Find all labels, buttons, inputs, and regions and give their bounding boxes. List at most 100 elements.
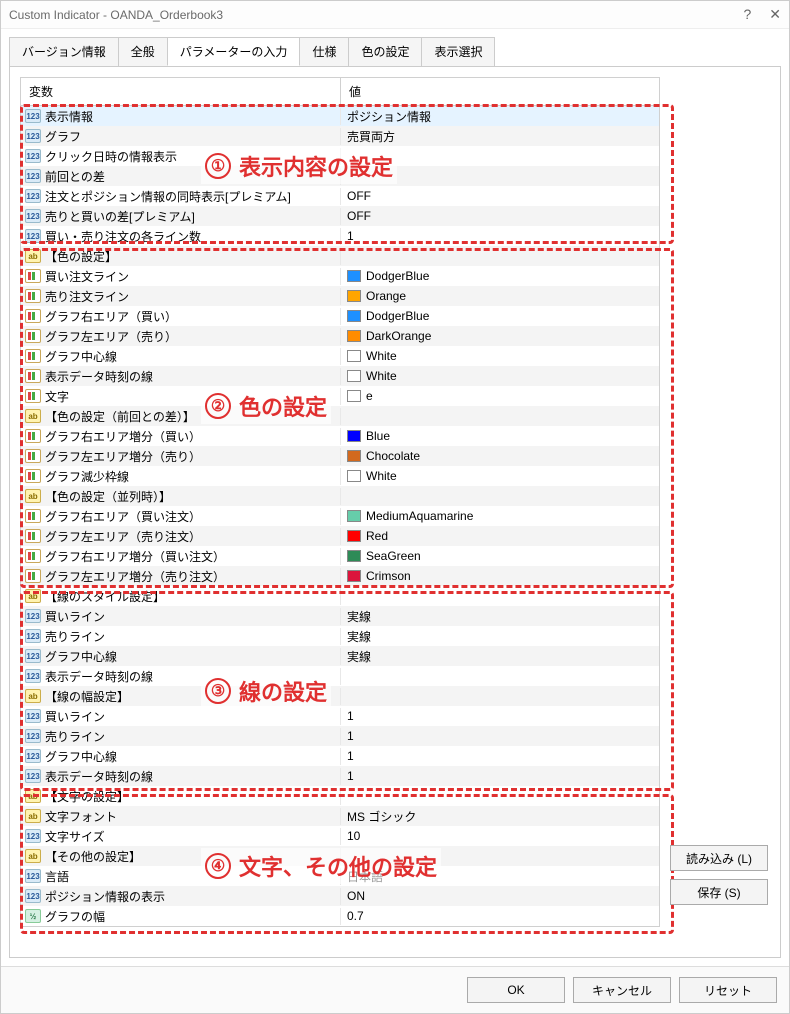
table-row[interactable]: ab 【色の設定（前回との差）】 <box>21 406 659 426</box>
table-row[interactable]: 123売りと買いの差[プレミアム] OFF <box>21 206 659 226</box>
ok-button[interactable]: OK <box>467 977 565 1003</box>
tab-2[interactable]: パラメーターの入力 <box>167 37 301 66</box>
table-row[interactable]: 売り注文ライン Orange <box>21 286 659 306</box>
table-row[interactable]: 123買いライン 実線 <box>21 606 659 626</box>
color-type-icon <box>25 569 41 583</box>
cell-name-text: グラフ中心線 <box>45 648 117 665</box>
table-row[interactable]: グラフ左エリア増分（売り注文） Crimson <box>21 566 659 586</box>
table-row[interactable]: グラフ右エリア（買い） DodgerBlue <box>21 306 659 326</box>
table-row[interactable]: 123ポジション情報の表示 ON <box>21 886 659 906</box>
str-type-icon: ab <box>25 249 41 263</box>
tab-4[interactable]: 色の設定 <box>348 37 422 66</box>
color-swatch <box>347 430 361 442</box>
cell-name-text: 【色の設定（前回との差）】 <box>45 408 195 425</box>
int-type-icon: 123 <box>25 649 41 663</box>
table-row[interactable]: 123買いライン 1 <box>21 706 659 726</box>
table-row[interactable]: ab【色の設定】 <box>21 246 659 266</box>
color-type-icon <box>25 429 41 443</box>
cell-name-text: 前回との差 <box>45 168 105 185</box>
close-icon[interactable]: ✕ <box>769 6 781 23</box>
cell-name-text: グラフ中心線 <box>45 348 117 365</box>
grid-header: 変数 値 <box>21 78 659 106</box>
table-row[interactable]: 123グラフ 売買両方 <box>21 126 659 146</box>
table-row[interactable]: 123表示データ時刻の線 <box>21 666 659 686</box>
color-type-icon <box>25 389 41 403</box>
table-row[interactable]: 123売りライン 1 <box>21 726 659 746</box>
table-row[interactable]: グラフ減少枠線 White <box>21 466 659 486</box>
cell-value-text: White <box>366 369 397 383</box>
str-type-icon: ab <box>25 809 41 823</box>
table-row[interactable]: グラフ中心線 White <box>21 346 659 366</box>
cell-value-text: e <box>366 389 373 403</box>
table-row[interactable]: 123買い・売り注文の各ライン数 1 <box>21 226 659 246</box>
table-row[interactable]: グラフ左エリア増分（売り） Chocolate <box>21 446 659 466</box>
cell-name-text: 売りライン <box>45 628 105 645</box>
cell-value-text: 実線 <box>347 648 371 665</box>
str-type-icon: ab <box>25 589 41 603</box>
cell-name-text: グラフ右エリア増分（買い注文） <box>45 548 225 565</box>
cell-name-text: 【線の幅設定】 <box>45 688 129 705</box>
table-row[interactable]: ab【その他の設定】 <box>21 846 659 866</box>
table-row[interactable]: 文字 e <box>21 386 659 406</box>
table-row[interactable]: グラフ右エリア増分（買い注文） SeaGreen <box>21 546 659 566</box>
load-button[interactable]: 読み込み (L) <box>670 845 768 871</box>
tab-1[interactable]: 全般 <box>118 37 168 66</box>
cell-value-text: SeaGreen <box>366 549 421 563</box>
table-row[interactable]: ab文字フォント MS ゴシック <box>21 806 659 826</box>
tab-3[interactable]: 仕様 <box>299 37 349 66</box>
table-row[interactable]: グラフ右エリア増分（買い） Blue <box>21 426 659 446</box>
table-row[interactable]: ab【線のスタイル設定】 <box>21 586 659 606</box>
table-row[interactable]: 123前回との差 <box>21 166 659 186</box>
help-icon[interactable]: ? <box>743 6 751 23</box>
color-type-icon <box>25 289 41 303</box>
table-row[interactable]: ab 【線の幅設定】 <box>21 686 659 706</box>
str-type-icon: ab <box>25 689 41 703</box>
table-row[interactable]: 123グラフ中心線 1 <box>21 746 659 766</box>
cell-value-text: 売買両方 <box>347 128 395 145</box>
table-row[interactable]: 123売りライン 実線 <box>21 626 659 646</box>
color-type-icon <box>25 549 41 563</box>
table-row[interactable]: 123 グラフ中心線 実線 <box>21 646 659 666</box>
table-row[interactable]: 123クリック日時の情報表示 <box>21 146 659 166</box>
color-type-icon <box>25 529 41 543</box>
cell-name-text: 表示情報 <box>45 108 93 125</box>
table-row[interactable]: ½グラフの幅 0.7 <box>21 906 659 926</box>
cancel-button[interactable]: キャンセル <box>573 977 671 1003</box>
color-swatch <box>347 570 361 582</box>
cell-name-text: 売り注文ライン <box>45 288 129 305</box>
cell-value-text: ON <box>347 889 365 903</box>
color-type-icon <box>25 449 41 463</box>
color-swatch <box>347 350 361 362</box>
table-row[interactable]: 表示データ時刻の線 White <box>21 366 659 386</box>
int-type-icon: 123 <box>25 709 41 723</box>
color-swatch <box>347 370 361 382</box>
table-row[interactable]: 123表示情報 ポジション情報 <box>21 106 659 126</box>
cell-value-text: DarkOrange <box>366 329 431 343</box>
table-row[interactable]: グラフ左エリア（売り） DarkOrange <box>21 326 659 346</box>
save-button[interactable]: 保存 (S) <box>670 879 768 905</box>
int-type-icon: 123 <box>25 189 41 203</box>
int-type-icon: 123 <box>25 129 41 143</box>
table-row[interactable]: 123表示データ時刻の線 1 <box>21 766 659 786</box>
tab-0[interactable]: バージョン情報 <box>9 37 119 66</box>
cell-name-text: ポジション情報の表示 <box>45 888 165 905</box>
color-swatch <box>347 290 361 302</box>
cell-value-text: Orange <box>366 289 406 303</box>
table-row[interactable]: ab【色の設定（並列時）】 <box>21 486 659 506</box>
table-row[interactable]: 123文字サイズ 10 <box>21 826 659 846</box>
side-button-group: 読み込み (L) 保存 (S) <box>670 845 768 905</box>
table-row[interactable]: 買い注文ライン DodgerBlue <box>21 266 659 286</box>
str-type-icon: ab <box>25 409 41 423</box>
table-row[interactable]: グラフ右エリア（買い注文） MediumAquamarine <box>21 506 659 526</box>
table-row[interactable]: グラフ左エリア（売り注文） Red <box>21 526 659 546</box>
reset-button[interactable]: リセット <box>679 977 777 1003</box>
cell-name-text: 文字 <box>45 388 69 405</box>
cell-name-text: 売りと買いの差[プレミアム] <box>45 208 195 225</box>
cell-value-text: DodgerBlue <box>366 309 429 323</box>
tab-5[interactable]: 表示選択 <box>421 37 495 66</box>
table-row[interactable]: 123注文とポジション情報の同時表示[プレミアム] OFF <box>21 186 659 206</box>
cell-value-text: 1 <box>347 729 354 743</box>
table-row[interactable]: ab【文字の設定】 <box>21 786 659 806</box>
cell-name-text: グラフ左エリア増分（売り） <box>45 448 201 465</box>
table-row[interactable]: 123言語 日本語 <box>21 866 659 886</box>
